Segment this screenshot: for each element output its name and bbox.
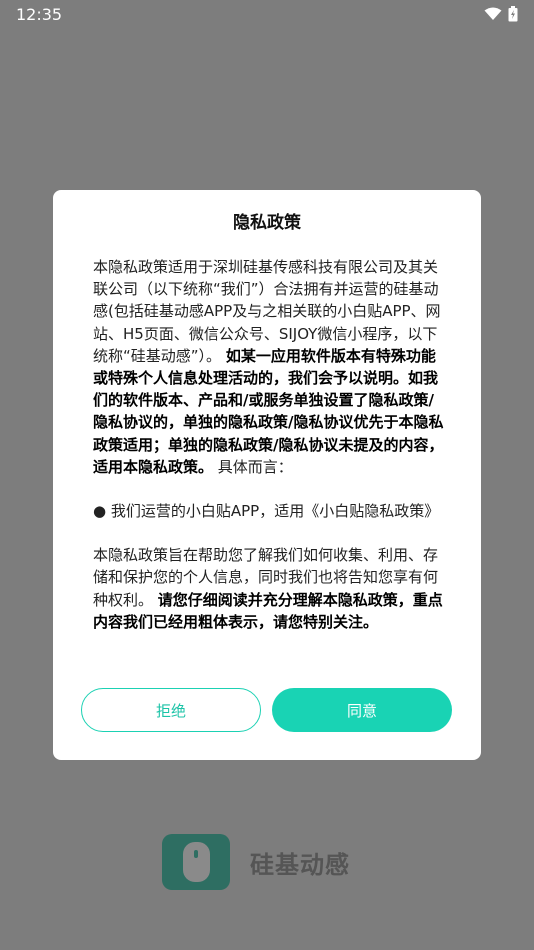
reject-button[interactable]: 拒绝 <box>81 688 261 732</box>
dialog-title: 隐私政策 <box>233 213 301 233</box>
brand-splash: 硅基动感 <box>162 834 350 890</box>
policy-text: 具体而言： <box>217 457 293 476</box>
policy-paragraph-2: ● 我们运营的小白贴APP，适用《小白贴隐私政策》 <box>93 500 445 522</box>
privacy-dialog: 隐私政策 本隐私政策适用于深圳硅基传感科技有限公司及其关联公司（以下统称“我们”… <box>53 190 481 760</box>
status-icons <box>484 6 518 22</box>
policy-bullet-text: ● 我们运营的小白贴APP，适用《小白贴隐私政策》 <box>93 502 440 521</box>
policy-bold-text: 如某一应用软件版本有特殊功能或特殊个人信息处理活动的，我们会予以说明。如我们的软… <box>93 346 444 476</box>
app-logo-icon <box>162 834 230 890</box>
accept-button[interactable]: 同意 <box>272 688 452 732</box>
policy-paragraph-1: 本隐私政策适用于深圳硅基传感科技有限公司及其关联公司（以下统称“我们”）合法拥有… <box>93 256 445 478</box>
privacy-content-scroll[interactable]: 本隐私政策适用于深圳硅基传感科技有限公司及其关联公司（以下统称“我们”）合法拥有… <box>93 256 445 680</box>
policy-paragraph-3: 本隐私政策旨在帮助您了解我们如何收集、利用、存储和保护您的个人信息，同时我们也将… <box>93 544 445 633</box>
battery-icon <box>508 6 518 22</box>
status-bar: 12:35 <box>0 0 534 28</box>
brand-name: 硅基动感 <box>250 850 350 879</box>
status-time: 12:35 <box>16 4 63 24</box>
wifi-icon <box>484 7 502 20</box>
